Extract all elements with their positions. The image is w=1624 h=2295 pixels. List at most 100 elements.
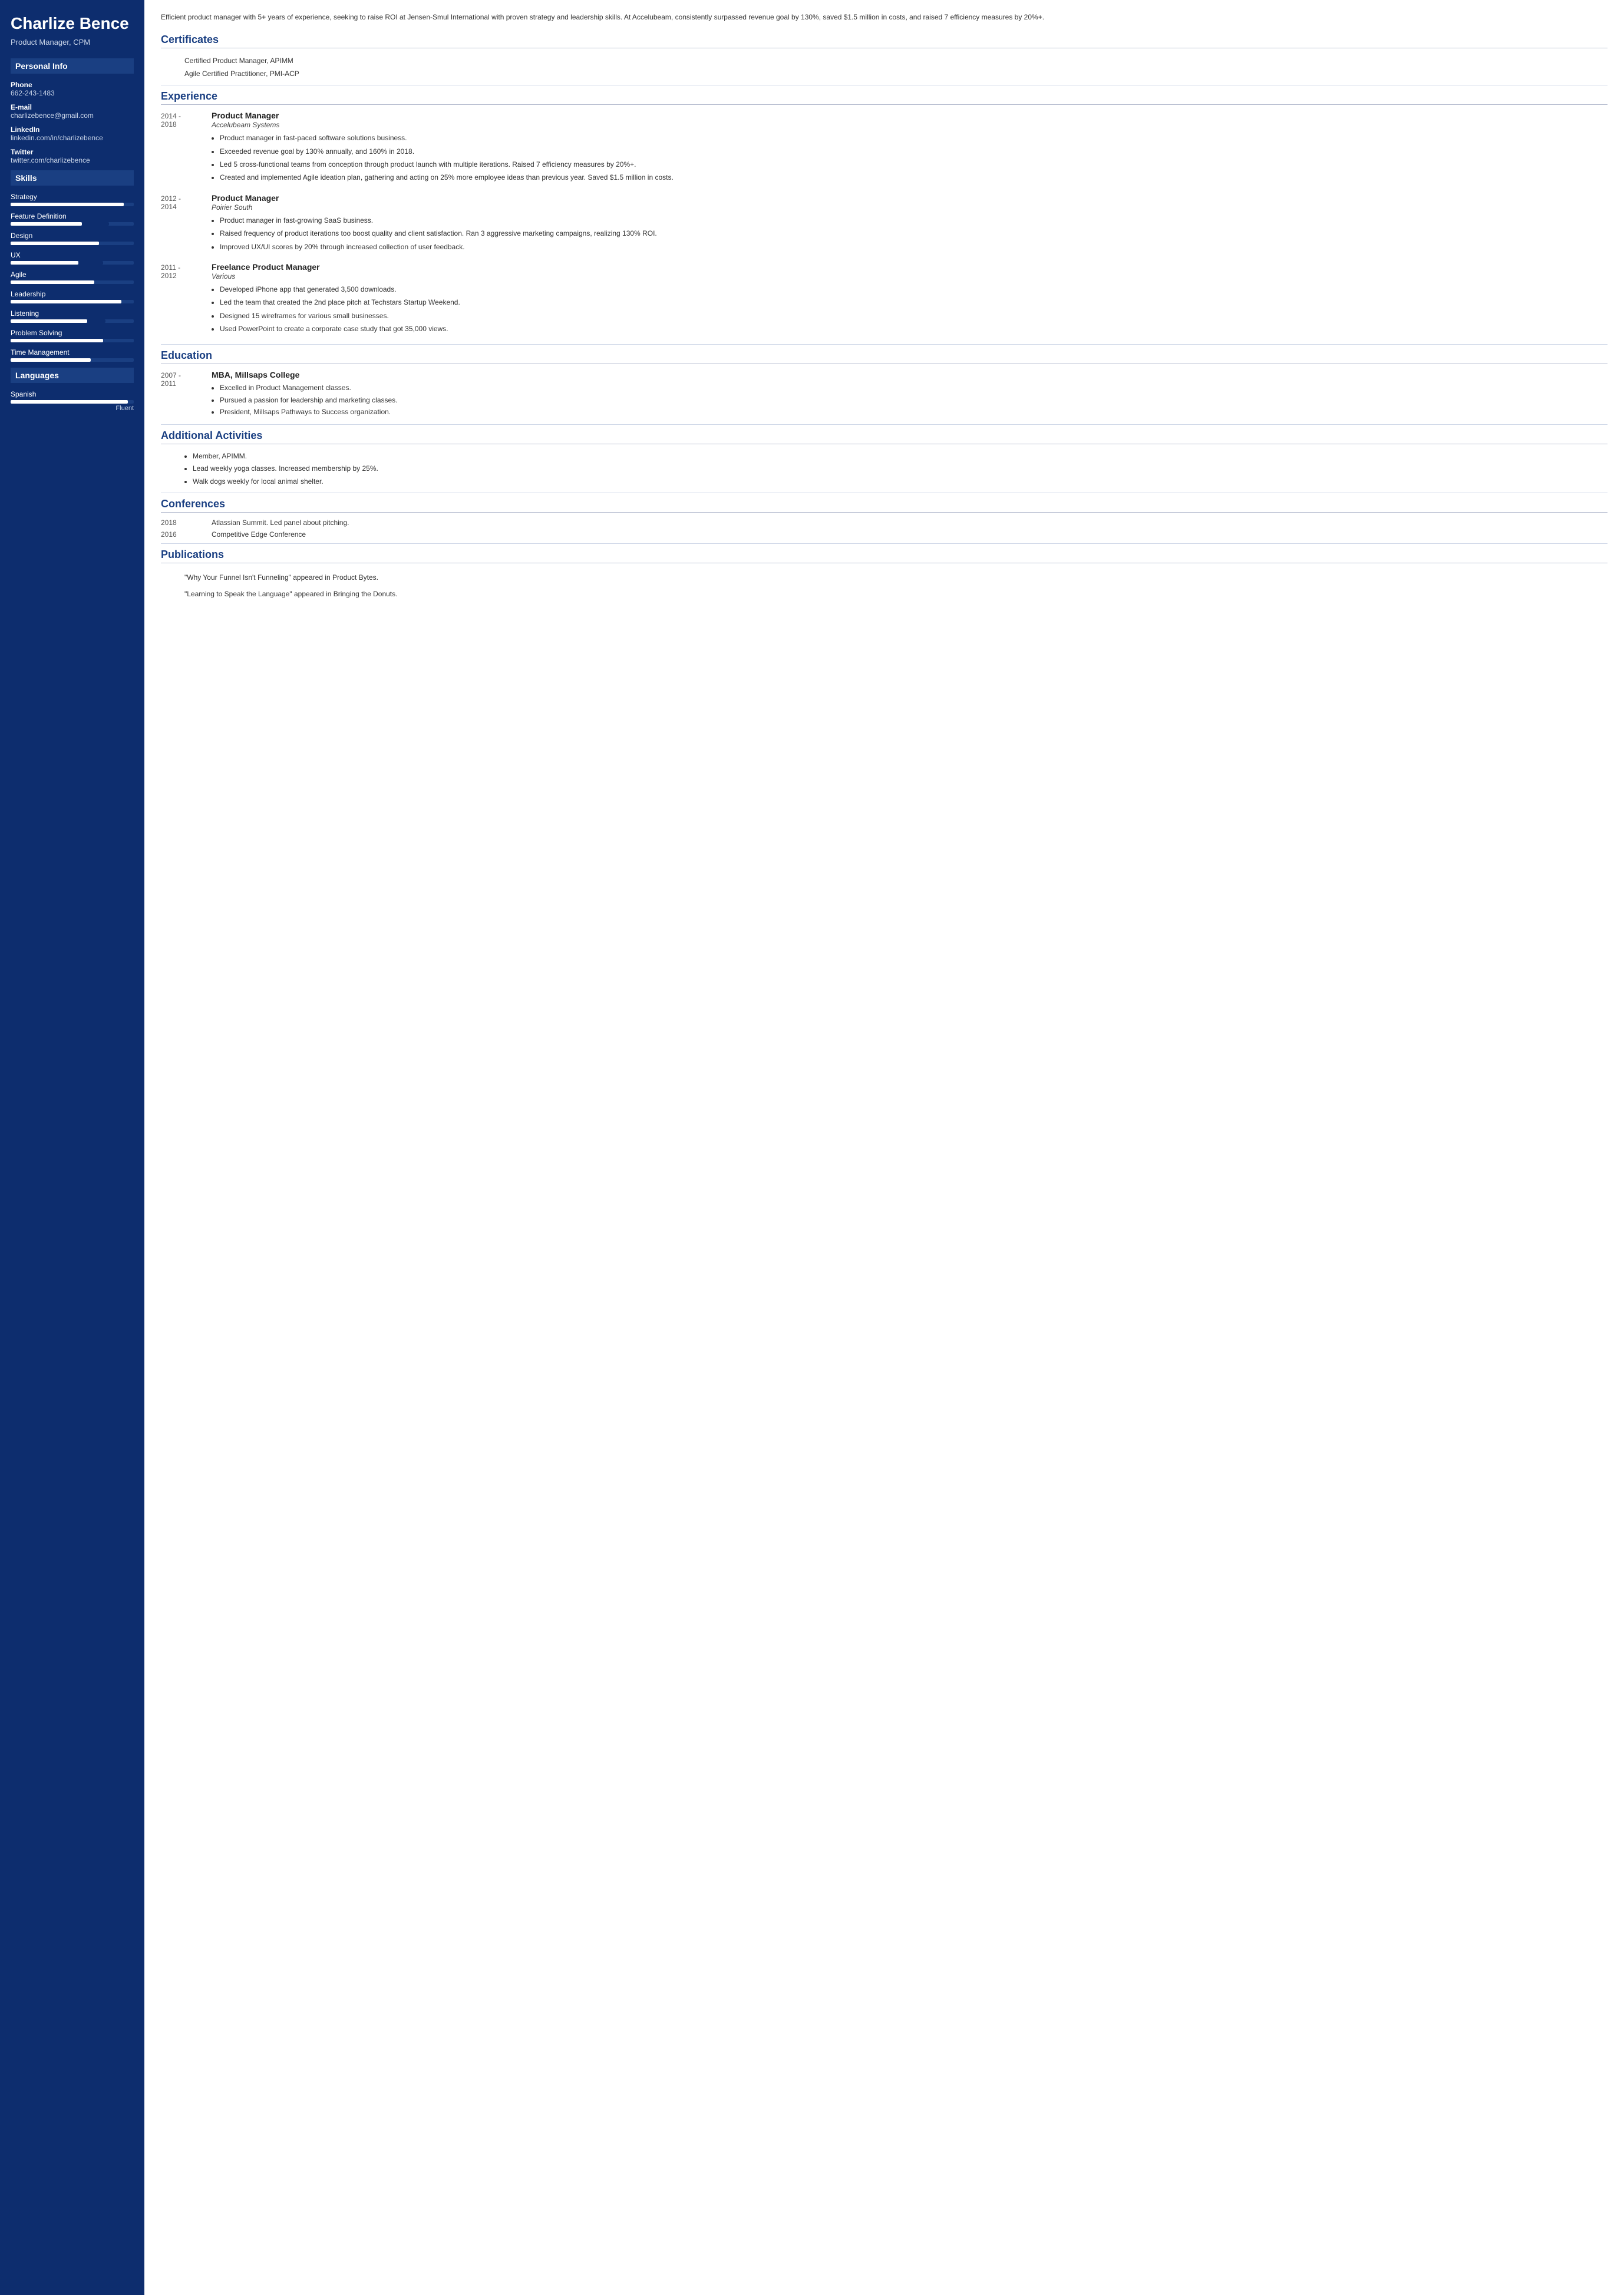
email-label: E-mail <box>11 103 134 111</box>
activities-section-title: Additional Activities <box>161 430 1608 444</box>
skill-bar-fill <box>11 339 103 342</box>
experience-dates: 2014 -2018 <box>161 111 202 185</box>
education-bullets: Excelled in Product Management classes.P… <box>212 382 1608 418</box>
skill-bar-fill <box>11 203 124 206</box>
skill-bar-background <box>11 261 134 265</box>
skill-bar-extra <box>82 222 109 226</box>
skill-bar-fill <box>11 242 99 245</box>
twitter-label: Twitter <box>11 148 134 156</box>
conferences-section-title: Conferences <box>161 498 1608 513</box>
languages-list: Spanish Fluent <box>11 390 134 412</box>
experience-job-title: Freelance Product Manager <box>212 262 1608 272</box>
skill-name: Leadership <box>11 290 134 298</box>
list-item: Member, APIMM. <box>193 450 1608 463</box>
list-item: Developed iPhone app that generated 3,50… <box>220 283 1608 295</box>
skill-bar-fill <box>11 358 91 362</box>
list-item: Product manager in fast-paced software s… <box>220 132 1608 144</box>
twitter-info: Twitter twitter.com/charlizebence <box>11 148 134 164</box>
language-bar-background <box>11 400 134 404</box>
language-bar-fill <box>11 400 128 404</box>
experience-company: Various <box>212 272 1608 280</box>
list-item: Excelled in Product Management classes. <box>220 382 1608 394</box>
certificates-section-title: Certificates <box>161 34 1608 48</box>
language-name: Spanish <box>11 390 134 398</box>
experience-bullets: Product manager in fast-growing SaaS bus… <box>212 214 1608 253</box>
linkedin-label: LinkedIn <box>11 126 134 134</box>
skill-name: Agile <box>11 270 134 279</box>
languages-header: Languages <box>11 368 134 383</box>
list-item: President, Millsaps Pathways to Success … <box>220 406 1608 418</box>
publications-list: "Why Your Funnel Isn't Funneling" appear… <box>161 569 1608 602</box>
candidate-title: Product Manager, CPM <box>11 38 134 47</box>
experience-company: Poirier South <box>212 203 1608 212</box>
skill-bar-extra <box>78 261 103 265</box>
skills-list: Strategy Feature Definition Design UX Agile L… <box>11 193 134 362</box>
conference-text: Atlassian Summit. Led panel about pitchi… <box>212 519 1608 527</box>
skill-item: Agile <box>11 270 134 284</box>
list-item: Designed 15 wireframes for various small… <box>220 310 1608 322</box>
skill-name: Strategy <box>11 193 134 201</box>
phone-info: Phone 662-243-1483 <box>11 81 134 97</box>
experience-content: Product ManagerPoirier South Product mana… <box>212 193 1608 254</box>
skill-name: Design <box>11 232 134 240</box>
linkedin-value: linkedin.com/in/charlizebence <box>11 134 134 142</box>
main-content: Efficient product manager with 5+ years … <box>144 0 1624 2295</box>
email-value: charlizebence@gmail.com <box>11 111 134 120</box>
skill-bar-fill <box>11 222 82 226</box>
experience-dates: 2011 -2012 <box>161 262 202 336</box>
list-item: Used PowerPoint to create a corporate ca… <box>220 323 1608 335</box>
skill-bar-background <box>11 203 134 206</box>
skill-item: UX <box>11 251 134 265</box>
experience-bullets: Product manager in fast-paced software s… <box>212 132 1608 184</box>
phone-value: 662-243-1483 <box>11 89 134 97</box>
list-item: Improved UX/UI scores by 20% through inc… <box>220 241 1608 253</box>
education-block: 2007 -2011MBA, Millsaps CollegeExcelled … <box>161 370 1608 418</box>
skill-bar-fill <box>11 319 87 323</box>
publication-item: "Why Your Funnel Isn't Funneling" appear… <box>161 569 1608 586</box>
experience-section-title: Experience <box>161 90 1608 105</box>
list-item: Led the team that created the 2nd place … <box>220 296 1608 308</box>
certificates-list: Certified Product Manager, APIMMAgile Ce… <box>161 54 1608 80</box>
list-item: Raised frequency of product iterations t… <box>220 227 1608 239</box>
skill-name: UX <box>11 251 134 259</box>
skill-bar-background <box>11 319 134 323</box>
list-item: Pursued a passion for leadership and mar… <box>220 394 1608 406</box>
activities-list: Member, APIMM.Lead weekly yoga classes. … <box>161 450 1608 488</box>
experience-content: Product ManagerAccelubeam SystemsProduct… <box>212 111 1608 185</box>
language-level: Fluent <box>11 405 134 412</box>
conference-year: 2018 <box>161 519 202 527</box>
skill-item: Listening <box>11 309 134 323</box>
skill-bar-background <box>11 300 134 303</box>
list-item: Led 5 cross-functional teams from concep… <box>220 158 1608 170</box>
sidebar: Charlize Bence Product Manager, CPM Pers… <box>0 0 144 2295</box>
skill-bar-fill <box>11 280 94 284</box>
candidate-name: Charlize Bence <box>11 14 134 33</box>
certificate-item: Agile Certified Practitioner, PMI-ACP <box>161 67 1608 80</box>
experience-bullets: Developed iPhone app that generated 3,50… <box>212 283 1608 335</box>
twitter-value: twitter.com/charlizebence <box>11 156 134 164</box>
email-info: E-mail charlizebence@gmail.com <box>11 103 134 120</box>
conferences-list: 2018 Atlassian Summit. Led panel about pi… <box>161 519 1608 539</box>
skill-bar-background <box>11 339 134 342</box>
experience-job-title: Product Manager <box>212 111 1608 120</box>
skill-bar-fill <box>11 300 121 303</box>
skill-item: Time Management <box>11 348 134 362</box>
skill-bar-background <box>11 222 134 226</box>
skill-bar-background <box>11 358 134 362</box>
experience-content: Freelance Product ManagerVarious Develope… <box>212 262 1608 336</box>
skill-name: Feature Definition <box>11 212 134 220</box>
experience-job-title: Product Manager <box>212 193 1608 203</box>
conference-block: 2018 Atlassian Summit. Led panel about pi… <box>161 519 1608 527</box>
experience-block: 2012 -2014Product ManagerPoirier SouthPr… <box>161 193 1608 254</box>
conference-year: 2016 <box>161 530 202 539</box>
list-item: Lead weekly yoga classes. Increased memb… <box>193 463 1608 475</box>
list-item: Walk dogs weekly for local animal shelte… <box>193 475 1608 488</box>
skill-item: Feature Definition <box>11 212 134 226</box>
skill-name: Time Management <box>11 348 134 356</box>
summary: Efficient product manager with 5+ years … <box>161 12 1608 23</box>
personal-info-header: Personal Info <box>11 58 134 74</box>
skill-bar-fill <box>11 261 78 265</box>
education-list: 2007 -2011MBA, Millsaps CollegeExcelled … <box>161 370 1608 418</box>
skill-bar-background <box>11 242 134 245</box>
experience-dates: 2012 -2014 <box>161 193 202 254</box>
